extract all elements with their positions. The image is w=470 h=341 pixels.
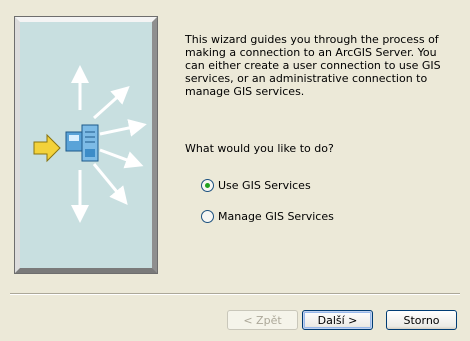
connection-illustration	[33, 65, 147, 223]
option-use-gis-services[interactable]: Use GIS Services	[201, 177, 311, 193]
back-button[interactable]: < Zpět	[227, 310, 298, 330]
cancel-button[interactable]: Storno	[386, 310, 457, 330]
wizard-illustration	[14, 16, 158, 274]
option-manage-gis-services[interactable]: Manage GIS Services	[201, 208, 334, 224]
radio-button[interactable]	[201, 209, 214, 223]
radio-button-selected[interactable]	[201, 178, 214, 192]
option-label: Use GIS Services	[218, 178, 311, 192]
yellow-arrow-icon	[33, 133, 61, 163]
wizard-intro-text: This wizard guides you through the proce…	[185, 33, 441, 98]
server-icon	[65, 124, 99, 162]
wizard-question: What would you like to do?	[185, 142, 334, 155]
divider	[10, 293, 460, 295]
option-label: Manage GIS Services	[218, 209, 334, 223]
next-button[interactable]: Další >	[302, 310, 373, 330]
